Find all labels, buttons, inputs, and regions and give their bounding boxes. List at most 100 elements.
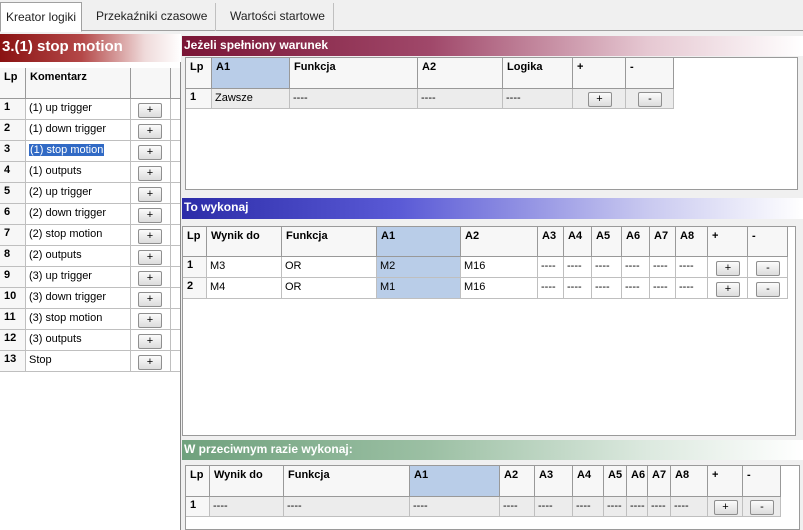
cell-a5[interactable]: ---- <box>592 257 622 278</box>
tab-przekazniki-czasowe[interactable]: Przekaźniki czasowe <box>88 3 217 31</box>
rule-row[interactable]: 13 Stop + <box>0 351 180 372</box>
add-button[interactable]: + <box>138 166 162 181</box>
rule-row-comment[interactable]: (1) outputs <box>26 162 131 183</box>
else-section-title: W przeciwnym razie wykonaj: <box>182 440 803 460</box>
add-button[interactable]: + <box>138 124 162 139</box>
add-button[interactable]: + <box>138 250 162 265</box>
cell-a4[interactable]: ---- <box>564 278 592 299</box>
cell-a3[interactable]: ---- <box>538 257 564 278</box>
cell-a6[interactable]: ---- <box>622 278 650 299</box>
add-action-button[interactable]: + <box>716 260 740 276</box>
cell-wynik[interactable]: M3 <box>207 257 282 278</box>
rule-row-comment[interactable]: (3) down trigger <box>26 288 131 309</box>
cell-a8[interactable]: ---- <box>676 278 708 299</box>
cell-a5[interactable]: ---- <box>604 497 627 517</box>
add-action-button[interactable]: + <box>716 281 740 297</box>
header-komentarz: Komentarz <box>26 68 131 99</box>
rule-row-comment[interactable]: (1) up trigger <box>26 99 131 120</box>
add-button[interactable]: + <box>138 355 162 370</box>
cell-a1[interactable]: Zawsze <box>212 89 290 109</box>
rule-row-comment[interactable]: (2) down trigger <box>26 204 131 225</box>
rule-row-comment-text: (2) up trigger <box>29 186 92 198</box>
add-button[interactable]: + <box>138 229 162 244</box>
rule-row[interactable]: 7 (2) stop motion + <box>0 225 180 246</box>
cell-a2[interactable]: ---- <box>418 89 503 109</box>
cell-a8[interactable]: ---- <box>676 257 708 278</box>
rule-row-comment[interactable]: (3) outputs <box>26 330 131 351</box>
rule-row[interactable]: 2 (1) down trigger + <box>0 120 180 141</box>
rule-row[interactable]: 9 (3) up trigger + <box>0 267 180 288</box>
cell-a8[interactable]: ---- <box>671 497 708 517</box>
rule-row-lp: 1 <box>0 99 26 120</box>
add-button[interactable]: + <box>138 292 162 307</box>
header-wynik: Wynik do <box>210 466 284 497</box>
cell-wynik[interactable]: ---- <box>210 497 284 517</box>
cell-a7[interactable]: ---- <box>648 497 671 517</box>
cell-a6[interactable]: ---- <box>622 257 650 278</box>
add-button[interactable]: + <box>138 208 162 223</box>
rule-row-comment[interactable]: (3) stop motion <box>26 309 131 330</box>
rule-row-lp: 10 <box>0 288 26 309</box>
remove-action-button[interactable]: - <box>756 260 780 276</box>
rule-row-comment[interactable]: (2) up trigger <box>26 183 131 204</box>
cell-a7[interactable]: ---- <box>650 278 676 299</box>
add-button[interactable]: + <box>138 103 162 118</box>
rule-row[interactable]: 4 (1) outputs + <box>0 162 180 183</box>
cell-funkcja[interactable]: ---- <box>284 497 410 517</box>
add-button[interactable]: + <box>138 145 162 160</box>
remove-condition-button[interactable]: - <box>638 92 662 107</box>
header-a1: A1 <box>377 227 461 257</box>
cell-funkcja[interactable]: OR <box>282 278 377 299</box>
rule-row[interactable]: 10 (3) down trigger + <box>0 288 180 309</box>
add-condition-button[interactable]: + <box>587 92 612 107</box>
remove-action-button[interactable]: - <box>756 281 780 297</box>
row-lp: 2 <box>183 278 207 299</box>
cell-a7[interactable]: ---- <box>650 257 676 278</box>
cell-a2[interactable]: ---- <box>500 497 535 517</box>
rule-row-comment[interactable]: (2) outputs <box>26 246 131 267</box>
rule-row[interactable]: 12 (3) outputs + <box>0 330 180 351</box>
cell-a1[interactable]: ---- <box>410 497 500 517</box>
add-button[interactable]: + <box>138 271 162 286</box>
cell-funkcja[interactable]: OR <box>282 257 377 278</box>
cell-a1[interactable]: M1 <box>377 278 461 299</box>
tab-wartosci-startowe[interactable]: Wartości startowe <box>222 3 334 31</box>
cell-a5[interactable]: ---- <box>592 278 622 299</box>
cell-a1[interactable]: M2 <box>377 257 461 278</box>
rule-row[interactable]: 3 (1) stop motion + <box>0 141 180 162</box>
add-button[interactable]: + <box>138 334 162 349</box>
rule-row-comment[interactable]: (2) stop motion <box>26 225 131 246</box>
header-a1: A1 <box>212 58 290 89</box>
add-else-action-button[interactable]: + <box>713 500 738 515</box>
header-remove-else-action-button: - <box>743 466 781 497</box>
rule-row-comment[interactable]: Stop <box>26 351 131 372</box>
cell-a2[interactable]: M16 <box>461 257 538 278</box>
rule-row[interactable]: 11 (3) stop motion + <box>0 309 180 330</box>
cell-a4[interactable]: ---- <box>573 497 604 517</box>
header-add-condition-button: + <box>573 58 626 89</box>
rule-row-lp: 3 <box>0 141 26 162</box>
remove-else-action-button[interactable]: - <box>750 500 774 515</box>
rule-row-comment[interactable]: (3) up trigger <box>26 267 131 288</box>
cell-funkcja[interactable]: ---- <box>290 89 418 109</box>
cell-a3[interactable]: ---- <box>538 278 564 299</box>
rule-row[interactable]: 5 (2) up trigger + <box>0 183 180 204</box>
cell-wynik[interactable]: M4 <box>207 278 282 299</box>
rule-row-comment[interactable]: (1) stop motion <box>26 141 131 162</box>
rule-row[interactable]: 8 (2) outputs + <box>0 246 180 267</box>
rule-row[interactable]: 6 (2) down trigger + <box>0 204 180 225</box>
table-row: 1 M3 OR M2 M16 ---- ---- ---- ---- ---- ---- + - <box>183 257 788 278</box>
rule-row-lp: 11 <box>0 309 26 330</box>
rule-row[interactable]: 1 (1) up trigger + <box>0 99 180 120</box>
rule-row-comment[interactable]: (1) down trigger <box>26 120 131 141</box>
add-button[interactable]: + <box>138 187 162 202</box>
cell-a3[interactable]: ---- <box>535 497 573 517</box>
cell-a2[interactable]: M16 <box>461 278 538 299</box>
cell-logika[interactable]: ---- <box>503 89 573 109</box>
tab-kreator-logiki[interactable]: Kreator logiki <box>0 2 83 32</box>
header-add-else-action-button: + <box>708 466 743 497</box>
cell-a4[interactable]: ---- <box>564 257 592 278</box>
add-button[interactable]: + <box>138 313 162 328</box>
header-a2: A2 <box>461 227 538 257</box>
cell-a6[interactable]: ---- <box>627 497 648 517</box>
